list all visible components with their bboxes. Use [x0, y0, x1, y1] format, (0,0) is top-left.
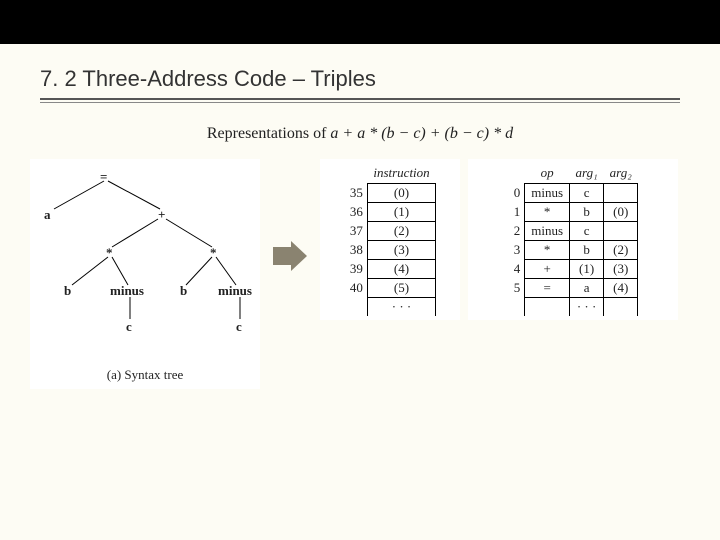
instruction-table-panel: instruction 35(0) 36(1) 37(2) 38(3) 39(4…: [320, 159, 460, 320]
arrow-icon: [268, 159, 312, 273]
caption-prefix: Representations of: [207, 125, 331, 142]
table-row: 36(1): [344, 203, 436, 222]
node-min2: minus: [218, 283, 252, 299]
table-row: 40(5): [344, 279, 436, 298]
node-star1: *: [106, 245, 113, 261]
table-row: 0 minus c: [508, 184, 638, 203]
instruction-table: instruction 35(0) 36(1) 37(2) 38(3) 39(4…: [344, 165, 436, 316]
syntax-tree-panel: = a + * * b minus b minus c c (a) Syntax…: [30, 159, 260, 389]
title-rule-1: [40, 98, 680, 100]
node-min1: minus: [110, 283, 144, 299]
node-c2: c: [236, 319, 242, 335]
table-row: 5 = a (4): [508, 279, 638, 298]
node-a1: a: [44, 207, 51, 223]
tree-caption: (a) Syntax tree: [30, 367, 260, 383]
table-row: 35(0): [344, 184, 436, 203]
tree-edges: [30, 159, 260, 359]
table-row: 4 + (1) (3): [508, 260, 638, 279]
expression: a + a * (b − c) + (b − c) * d: [330, 125, 513, 142]
table-row: 37(2): [344, 222, 436, 241]
title-rule-2: [40, 102, 680, 103]
table-row: 3 * b (2): [508, 241, 638, 260]
table-row: 1 * b (0): [508, 203, 638, 222]
table-row: 38(3): [344, 241, 436, 260]
node-c1: c: [126, 319, 132, 335]
node-plus: +: [158, 207, 165, 223]
instr-header: instruction: [367, 165, 435, 184]
table-row: 39(4): [344, 260, 436, 279]
th-op: op: [525, 165, 570, 184]
th-arg2: arg₂: [604, 165, 638, 184]
triples-table: op arg₁ arg₂ 0 minus c 1 * b (0) 2: [508, 165, 639, 316]
slide-title: 7. 2 Three-Address Code – Triples: [40, 66, 680, 92]
node-star2: *: [210, 245, 217, 261]
triples-table-panel: op arg₁ arg₂ 0 minus c 1 * b (0) 2: [468, 159, 678, 320]
table-row: · · ·: [344, 298, 436, 317]
node-b2: b: [180, 283, 187, 299]
node-eq: =: [100, 169, 107, 185]
panels-row: = a + * * b minus b minus c c (a) Syntax…: [30, 159, 690, 389]
th-arg1: arg₁: [570, 165, 604, 184]
top-bar: [0, 0, 720, 44]
content-area: Representations of a + a * (b − c) + (b …: [30, 125, 690, 389]
node-b1: b: [64, 283, 71, 299]
table-row: · · ·: [508, 298, 638, 317]
table-row: 2 minus c: [508, 222, 638, 241]
caption: Representations of a + a * (b − c) + (b …: [207, 125, 513, 143]
